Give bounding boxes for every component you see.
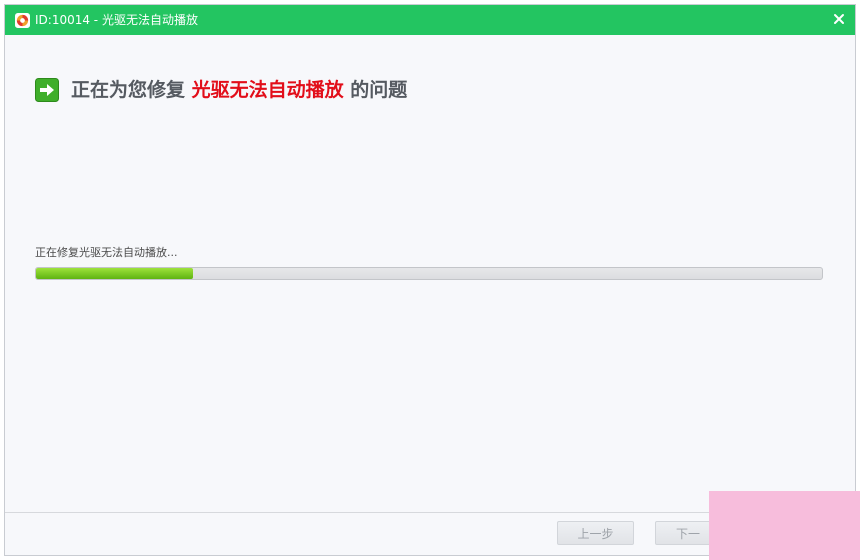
heading-highlight: 光驱无法自动播放 <box>191 79 344 101</box>
close-icon[interactable] <box>831 11 847 27</box>
progress-status-text: 正在修复光驱无法自动播放... <box>35 246 178 259</box>
progress-bar <box>35 267 823 280</box>
lifebuoy-icon <box>15 13 30 28</box>
heading-prefix: 正在为您修复 <box>71 79 186 101</box>
heading-suffix: 的问题 <box>350 79 408 101</box>
title-bar: ID:10014 - 光驱无法自动播放 <box>5 5 855 35</box>
heading-text: 正在为您修复 光驱无法自动播放 的问题 <box>71 77 407 103</box>
progress-bar-fill <box>36 268 194 279</box>
prev-step-button[interactable]: 上一步 <box>557 521 634 545</box>
window-title: ID:10014 - 光驱无法自动播放 <box>35 13 198 27</box>
arrow-right-icon <box>35 78 59 102</box>
repair-window: ID:10014 - 光驱无法自动播放 正在为您修复 光驱无法自动播放 的问题 … <box>4 4 856 556</box>
overlay-patch <box>709 491 860 560</box>
